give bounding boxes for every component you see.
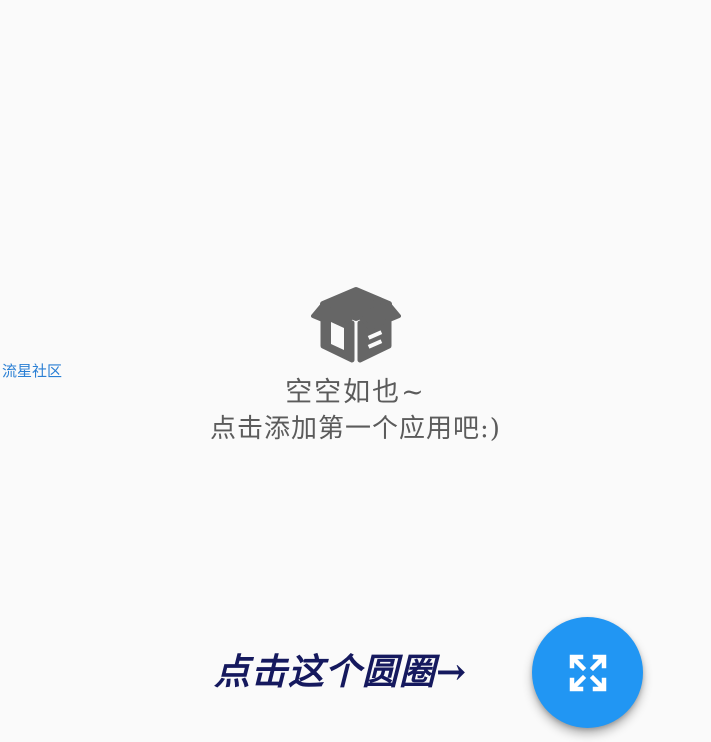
empty-state: 空空如也~ 点击添加第一个应用吧:): [0, 284, 711, 446]
hint-text: 点击这个圆圈→: [214, 651, 468, 693]
empty-box-icon: [310, 287, 401, 363]
empty-subtitle: 点击添加第一个应用吧:): [210, 414, 501, 444]
add-app-fab[interactable]: [532, 617, 643, 728]
expand-arrows-icon: [569, 654, 606, 691]
empty-title: 空空如也~: [285, 377, 426, 408]
